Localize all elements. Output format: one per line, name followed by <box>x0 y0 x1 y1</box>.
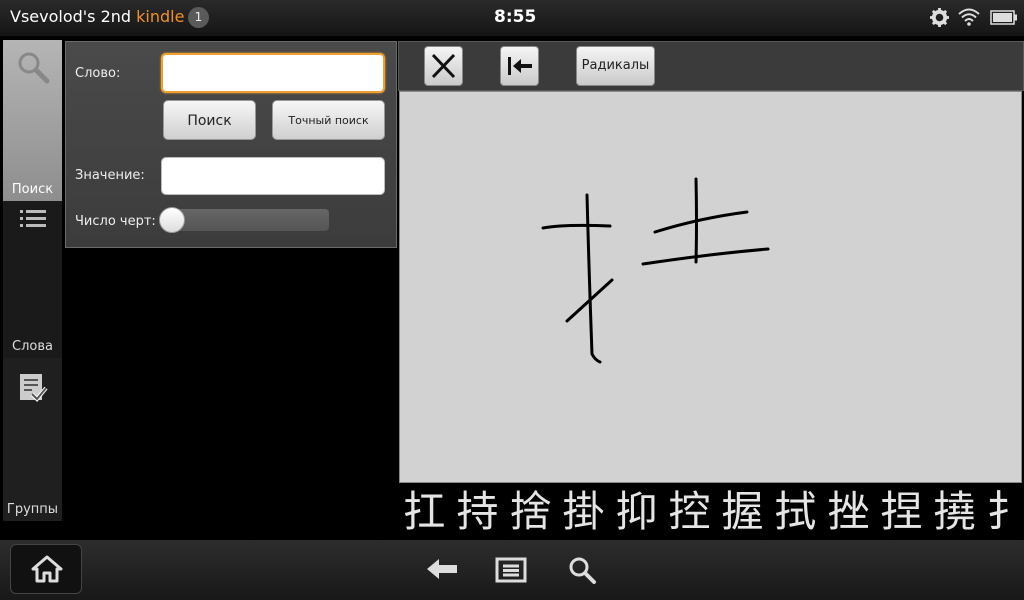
stroke-count-slider-thumb[interactable] <box>159 207 185 233</box>
clear-button[interactable] <box>424 46 463 86</box>
magnifier-icon <box>18 52 49 84</box>
candidate-char[interactable]: 抑 <box>610 486 663 538</box>
menu-icon[interactable] <box>495 557 527 583</box>
meaning-input[interactable] <box>161 157 385 195</box>
candidate-char[interactable]: 拭 <box>769 486 822 538</box>
stroke-count-slider[interactable] <box>164 209 329 231</box>
candidate-char[interactable]: 控 <box>663 486 716 538</box>
word-label: Слово: <box>75 66 121 81</box>
drawing-canvas[interactable] <box>399 91 1022 483</box>
tab-groups-label: Группы <box>6 502 59 517</box>
close-icon <box>431 53 456 79</box>
device-brand: kindle <box>136 7 185 26</box>
checklist-icon <box>19 374 48 402</box>
tab-words-label: Слова <box>12 339 53 354</box>
candidate-char[interactable]: 撓 <box>928 486 981 538</box>
tab-groups[interactable]: Группы <box>3 358 62 521</box>
drawing-toolbar: Радикалы <box>398 41 1024 91</box>
backspace-button[interactable] <box>500 46 539 86</box>
meaning-label: Значение: <box>75 168 145 183</box>
device-name: Vsevolod's 2nd kindle <box>10 7 185 26</box>
gear-icon[interactable] <box>930 8 949 27</box>
status-bar: Vsevolod's 2nd kindle 1 8:55 <box>0 0 1024 36</box>
candidate-char[interactable]: 扌 <box>981 486 1024 538</box>
notification-badge[interactable]: 1 <box>188 7 209 28</box>
radicals-button[interactable]: Радикалы <box>576 46 655 86</box>
candidate-char[interactable]: 捏 <box>875 486 928 538</box>
search-icon[interactable] <box>567 555 597 585</box>
bottom-nav-bar <box>0 540 1024 600</box>
strokes-label: Число черт: <box>75 214 156 229</box>
search-panel: Слово: Поиск Точный поиск Значение: Числ… <box>65 41 397 248</box>
tab-words[interactable]: Слова <box>3 201 62 358</box>
candidate-char[interactable]: 掛 <box>557 486 610 538</box>
tab-search-label: Поиск <box>11 182 54 197</box>
candidate-char[interactable]: 扛 <box>398 486 451 538</box>
backspace-icon <box>508 57 532 75</box>
back-arrow-icon[interactable] <box>425 556 459 582</box>
candidate-char[interactable]: 挫 <box>822 486 875 538</box>
list-icon <box>19 210 46 227</box>
battery-icon <box>990 10 1017 25</box>
candidate-strip: 扛持捨掛抑控握拭挫捏撓扌 <box>398 486 1024 538</box>
home-icon <box>31 555 63 583</box>
candidate-char[interactable]: 捨 <box>504 486 557 538</box>
wifi-icon <box>958 8 980 26</box>
search-button[interactable]: Поиск <box>163 100 256 140</box>
handwriting-strokes <box>541 177 770 364</box>
clock: 8:55 <box>494 7 537 27</box>
home-button[interactable] <box>10 544 82 594</box>
candidate-char[interactable]: 持 <box>451 486 504 538</box>
exact-search-button[interactable]: Точный поиск <box>272 100 385 140</box>
tab-search[interactable]: Поиск <box>3 40 62 201</box>
word-input[interactable] <box>161 53 385 93</box>
candidate-char[interactable]: 握 <box>716 486 769 538</box>
